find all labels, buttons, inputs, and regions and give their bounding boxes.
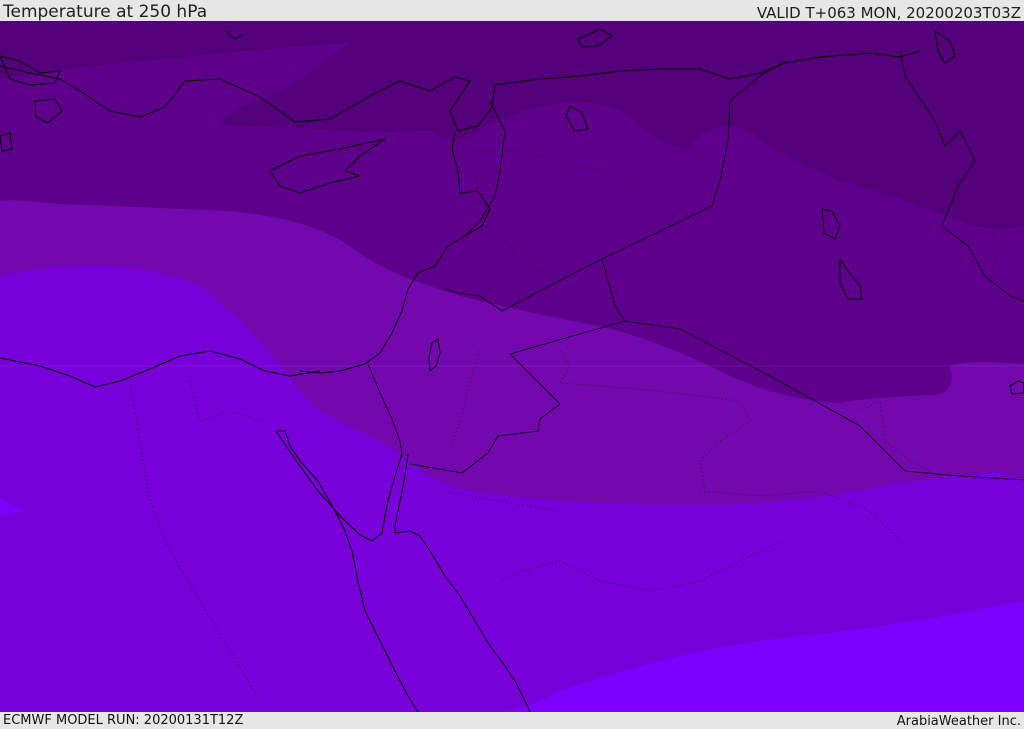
model-run-label: ECMWF MODEL RUN: 20200131T12Z <box>3 713 244 728</box>
footer-bar: ECMWF MODEL RUN: 20200131T12Z ArabiaWeat… <box>0 712 1024 729</box>
credit-label: ArabiaWeather Inc. <box>896 714 1021 729</box>
map-canvas <box>0 21 1024 712</box>
map-title: Temperature at 250 hPa <box>3 2 208 22</box>
temperature-map[interactable] <box>0 21 1024 712</box>
header-bar: Temperature at 250 hPa VALID T+063 MON, … <box>0 0 1024 21</box>
valid-time: VALID T+063 MON, 20200203T03Z <box>756 4 1021 22</box>
